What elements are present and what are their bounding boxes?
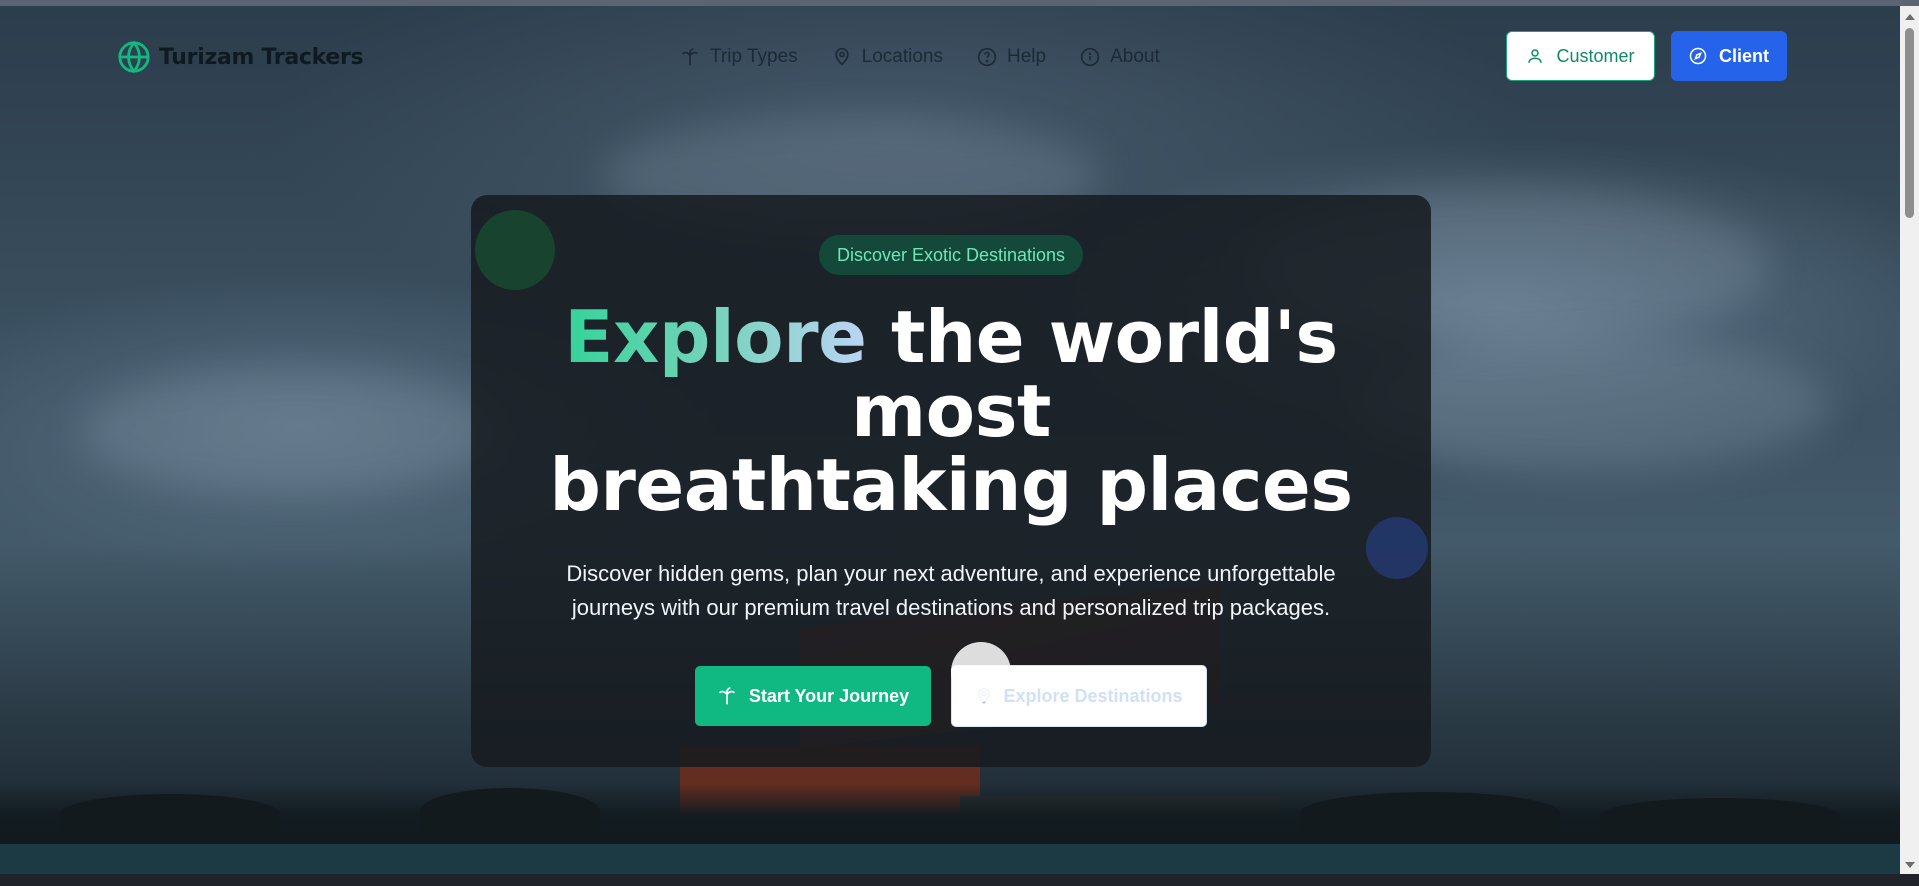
start-journey-label: Start Your Journey [748,685,910,706]
hero-subtext: Discover hidden gems, plan your next adv… [566,561,1336,620]
hero-headline: Explore the world's most breathtaking pl… [471,300,1431,522]
nav-help[interactable]: Help [977,46,1046,68]
compass-icon [1689,47,1707,65]
headline-accent: Explore [564,295,867,379]
map-pin-icon [834,47,849,66]
hero-badge: Discover Exotic Destinations [819,235,1083,275]
decorative-circle [475,210,555,290]
headline-rest: the world's most [851,295,1338,453]
hover-cursor-effect [951,642,1011,702]
client-button[interactable]: Client [1671,31,1787,81]
nav-links: Trip Types Locations Help About [680,46,1160,68]
vertical-scrollbar[interactable] [1900,6,1919,874]
nav-about[interactable]: About [1080,46,1160,68]
palm-tree-icon [681,47,699,66]
cloud [80,366,500,496]
explore-destinations-label: Explore Destinations [1003,685,1183,706]
scroll-down-arrow-icon[interactable] [1905,862,1915,868]
brand-logo[interactable]: Turizam Trackers [117,40,364,74]
scroll-thumb[interactable] [1905,28,1914,218]
palm-tree-icon [718,686,735,705]
start-journey-button[interactable]: Start Your Journey [695,666,931,726]
taskbar-strip [0,874,1919,886]
nav-help-label: Help [1007,46,1047,67]
headline-line2: breathtaking places [549,443,1353,527]
brand-name: Turizam Trackers [159,44,364,70]
hero-card: Discover Exotic Destinations Explore the… [471,195,1431,767]
nav-locations[interactable]: Locations [832,46,943,68]
help-circle-icon [977,47,997,67]
customer-button[interactable]: Customer [1506,31,1655,81]
nav-locations-label: Locations [861,46,943,67]
customer-button-label: Customer [1556,45,1635,66]
top-navigation: Turizam Trackers Trip Types Locations He… [0,6,1900,110]
client-button-label: Client [1718,45,1769,66]
globe-icon [118,40,150,74]
decorative-circle [1366,517,1428,579]
info-circle-icon [1080,47,1100,67]
scroll-up-arrow-icon[interactable] [1905,14,1915,20]
nav-about-label: About [1110,46,1160,67]
water [0,844,1900,874]
user-icon [1528,49,1543,63]
nav-trip-types-label: Trip Types [710,46,798,67]
nav-trip-types[interactable]: Trip Types [680,46,798,68]
